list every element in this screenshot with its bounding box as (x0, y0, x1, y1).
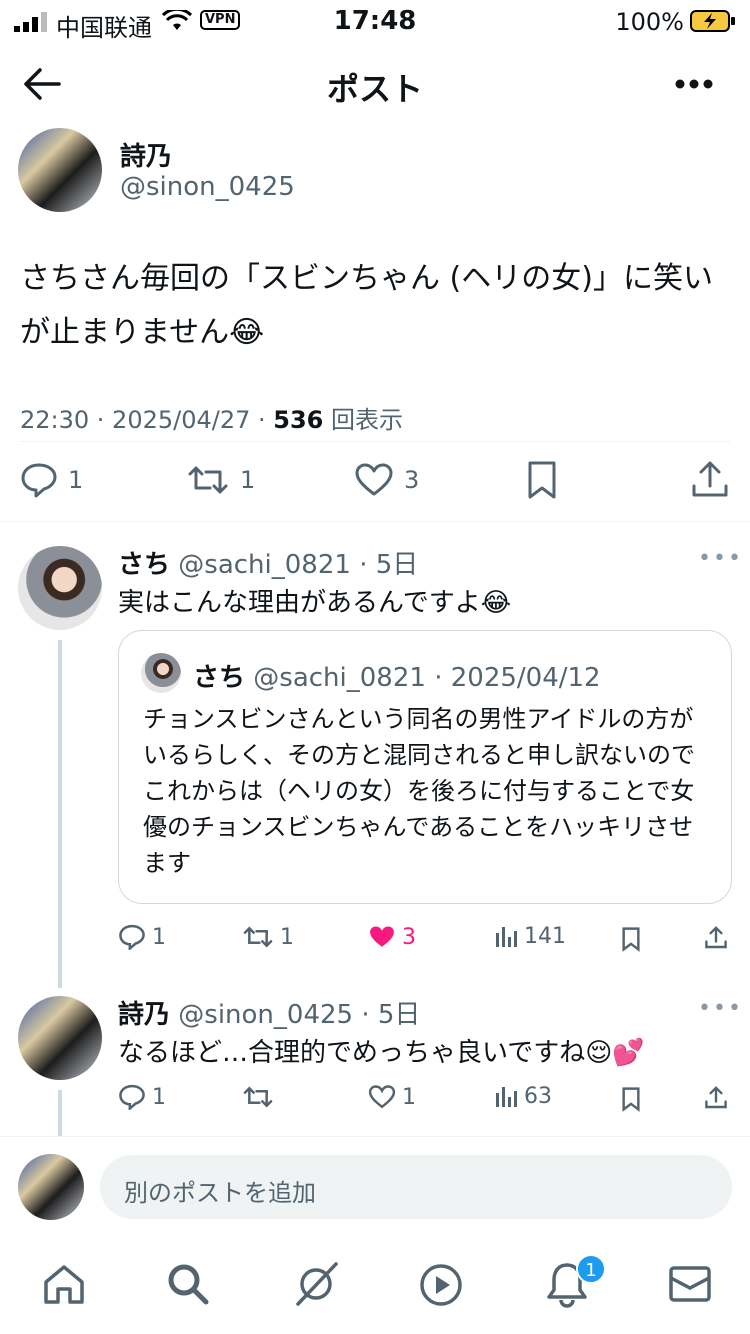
heart-icon (355, 463, 393, 496)
author-handle[interactable]: @sinon_0425 (178, 1000, 353, 1030)
post-text: さちさん毎回の「スビンちゃん (ヘリの女)」に笑いが止まりません😂 (20, 261, 713, 350)
heart-icon (370, 926, 394, 947)
bookmark-icon[interactable] (524, 460, 560, 500)
reply-count: 1 (152, 1084, 166, 1110)
reply-text: 実はこんな理由があるんですよ😂 (118, 588, 512, 618)
battery-icon (690, 10, 735, 32)
grok-icon[interactable] (292, 1260, 340, 1308)
more-options-icon[interactable]: ••• (698, 996, 743, 1021)
post-age: · 5日 (361, 1000, 421, 1030)
avatar (141, 653, 181, 693)
reply-count: 1 (68, 466, 84, 494)
post-date: · 2025/04/12 (434, 663, 601, 693)
thread-line (58, 640, 62, 988)
divider (20, 441, 730, 442)
home-icon[interactable] (42, 1262, 86, 1306)
author-handle: @sachi_0821 (253, 663, 426, 693)
like-count: 3 (402, 924, 416, 950)
repost-action[interactable]: 1 (186, 462, 255, 498)
share-icon[interactable] (704, 926, 728, 950)
quote-header: さち @sachi_0821 · 2025/04/12 (193, 657, 601, 694)
view-count: 63 (524, 1084, 552, 1109)
more-options-icon[interactable]: ••• (698, 546, 743, 571)
mail-icon[interactable] (668, 1264, 712, 1304)
views-action[interactable]: 141 (494, 924, 566, 949)
repost-icon (243, 926, 273, 948)
author-name[interactable]: 詩乃 (118, 1000, 170, 1030)
avatar (18, 1154, 84, 1220)
more-options-icon[interactable] (674, 78, 714, 90)
reply-compose-input[interactable]: 別のポストを追加 (100, 1155, 732, 1219)
reply-action[interactable]: 1 (118, 924, 166, 950)
reply-action[interactable]: 1 (118, 1084, 166, 1110)
reply-count: 1 (152, 924, 166, 950)
analytics-icon (496, 1086, 517, 1107)
share-icon[interactable] (704, 1086, 728, 1110)
repost-action[interactable]: 1 (242, 924, 294, 950)
divider (0, 521, 750, 522)
author-handle[interactable]: @sachi_0821 (178, 550, 351, 580)
post-timestamp: 22:30 · 2025/04/27 · (20, 406, 266, 434)
reply-text: なるほど…合理的でめっちゃ良いですね😌💕 (118, 1038, 645, 1068)
analytics-icon (496, 926, 517, 947)
post-age: · 5日 (359, 550, 419, 580)
like-count: 3 (404, 466, 420, 494)
divider (0, 1136, 750, 1137)
views-action[interactable]: 63 (494, 1084, 552, 1109)
view-count: 536 (273, 406, 324, 434)
repost-count: 1 (240, 466, 256, 494)
repost-icon (188, 466, 228, 494)
like-action[interactable]: 3 (368, 924, 416, 950)
notification-badge: 1 (576, 1254, 606, 1284)
share-icon[interactable] (690, 460, 730, 500)
author-handle[interactable]: @sinon_0425 (120, 172, 295, 202)
reply-icon (119, 924, 145, 950)
repost-count: 1 (280, 924, 294, 950)
like-count: 1 (402, 1084, 416, 1110)
search-icon[interactable] (166, 1262, 210, 1306)
thread-line (58, 1090, 62, 1136)
bookmark-icon[interactable] (620, 1086, 642, 1112)
video-icon[interactable] (418, 1262, 464, 1308)
bookmark-icon[interactable] (620, 926, 642, 952)
repost-icon (243, 1086, 273, 1108)
reply-header: さち @sachi_0821 · 5日 (118, 544, 418, 581)
author-name[interactable]: さち (118, 550, 170, 580)
view-label: 回表示 (331, 406, 404, 434)
reply-icon (21, 463, 57, 498)
post-meta: 22:30 · 2025/04/27 · 536 回表示 (20, 400, 403, 435)
author-name[interactable]: 詩乃 (120, 136, 172, 173)
reply-action[interactable]: 1 (20, 462, 83, 498)
avatar[interactable] (18, 546, 102, 630)
like-action[interactable]: 3 (354, 462, 419, 498)
author-name: さち (193, 663, 246, 693)
battery-percent: 100% (615, 8, 684, 36)
reply-header: 詩乃 @sinon_0425 · 5日 (118, 994, 420, 1031)
heart-icon (368, 1085, 396, 1109)
quote-text: チョンスビンさんという同名の男性アイドルの方がいるらしく、その方と混同されると申… (143, 705, 695, 877)
avatar[interactable] (18, 128, 102, 212)
like-action[interactable]: 1 (368, 1084, 416, 1110)
reply-icon (119, 1084, 145, 1110)
view-count: 141 (524, 924, 566, 949)
status-bar: 中国联通 VPN 17:48 100% (0, 0, 750, 44)
page-title: ポスト (326, 70, 423, 108)
quoted-post[interactable]: さち @sachi_0821 · 2025/04/12 チョンスビンさんという同… (118, 630, 732, 904)
avatar[interactable] (18, 996, 102, 1080)
repost-action[interactable] (242, 1084, 274, 1110)
